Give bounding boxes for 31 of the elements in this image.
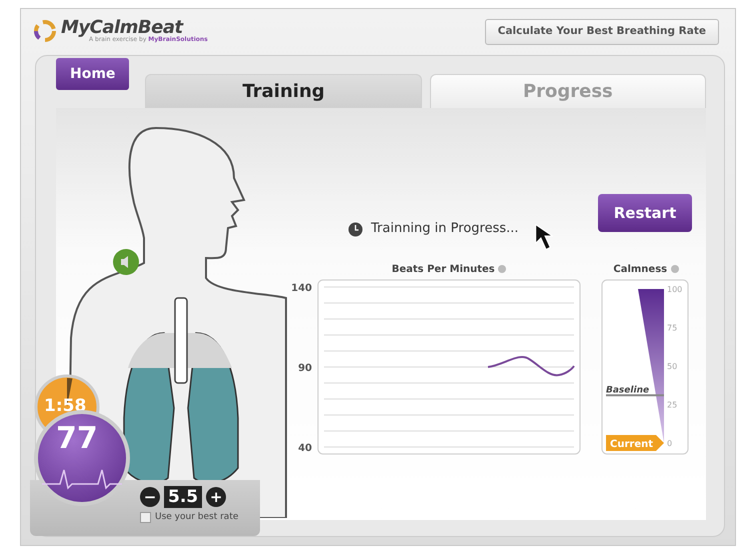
axis-tick-label: 40 <box>298 443 312 454</box>
calculate-rate-button[interactable]: Calculate Your Best Breathing Rate <box>484 19 719 45</box>
help-icon[interactable] <box>498 265 506 274</box>
app-logo: MyCalmBeat <box>61 19 184 37</box>
axis-tick-label: 140 <box>291 283 312 294</box>
status-text: Trainning in Progress... <box>371 220 519 238</box>
speaker-icon[interactable] <box>112 248 140 276</box>
clock-icon <box>348 222 363 236</box>
scale-label: 0 <box>667 439 672 448</box>
meter-title: Calmness <box>613 264 668 275</box>
heart-rate-value: 77 <box>56 424 98 454</box>
help-icon[interactable] <box>670 265 679 274</box>
home-button[interactable]: Home <box>56 58 130 90</box>
scale-label: 75 <box>667 324 678 332</box>
logo-icon <box>33 19 57 43</box>
baseline-label: Baseline <box>606 385 650 396</box>
tab[interactable]: Training <box>145 74 422 108</box>
increase-button[interactable]: + <box>206 487 226 507</box>
chart-title: Beats Per Minutes <box>392 264 495 275</box>
axis-tick-label: 90 <box>298 363 312 374</box>
scale-label: 100 <box>667 285 682 294</box>
restart-button[interactable]: Restart <box>598 194 692 232</box>
scale-label: 50 <box>667 362 678 371</box>
scale-label: 25 <box>667 400 678 410</box>
checkbox[interactable] <box>140 512 151 524</box>
decrease-button[interactable]: − <box>140 487 160 507</box>
checkbox-label: Use your best rate <box>155 511 238 524</box>
timer-text: 1:58 <box>44 395 86 418</box>
current-marker: Current <box>606 435 664 451</box>
cursor-icon <box>534 224 553 250</box>
rate-value: 5.5 <box>164 486 202 508</box>
